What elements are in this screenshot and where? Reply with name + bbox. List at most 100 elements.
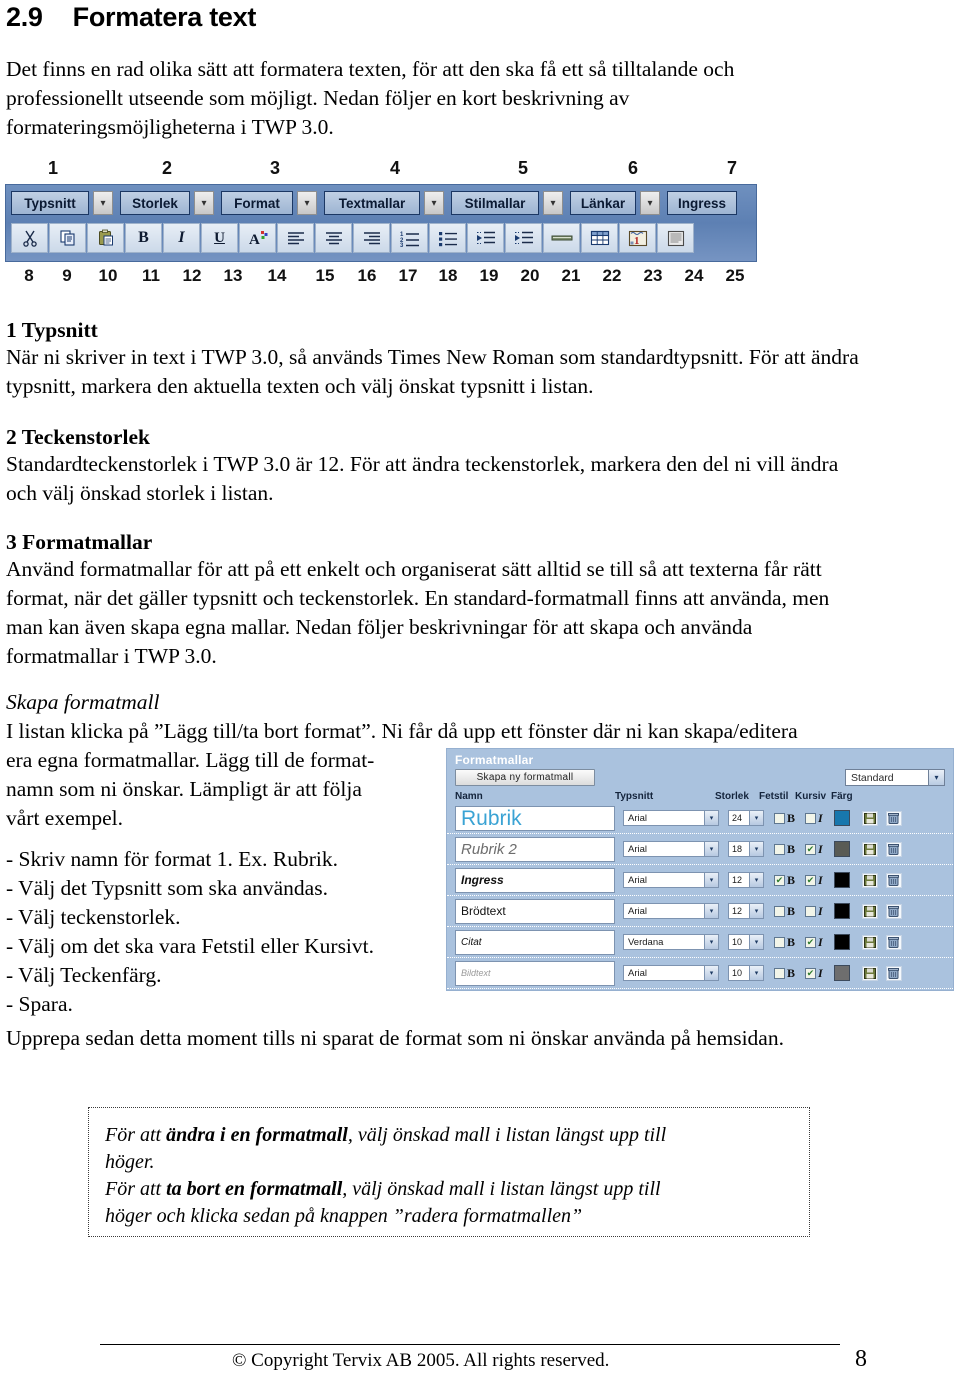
chevron-down-icon-font[interactable] bbox=[704, 935, 718, 949]
bold-checkbox[interactable] bbox=[774, 967, 785, 979]
save-disk-icon[interactable] bbox=[861, 903, 878, 919]
chevron-down-icon-textmallar[interactable] bbox=[424, 191, 444, 215]
italic-checkbox[interactable] bbox=[805, 812, 817, 824]
bold-icon[interactable]: B bbox=[125, 223, 162, 253]
trash-can-icon[interactable] bbox=[885, 841, 902, 857]
size-select[interactable]: 10 bbox=[728, 934, 764, 950]
bold-checkbox[interactable] bbox=[774, 812, 785, 824]
size-select[interactable]: 10 bbox=[728, 965, 764, 981]
dropdown-textmallar[interactable]: Textmallar bbox=[324, 191, 420, 215]
italic-label: I bbox=[818, 841, 823, 856]
font-select[interactable]: Arial bbox=[623, 903, 719, 919]
size-select-value: 18 bbox=[732, 844, 743, 854]
font-select[interactable]: Arial bbox=[623, 872, 719, 888]
chevron-down-icon-size[interactable] bbox=[749, 935, 763, 949]
trash-can-icon[interactable] bbox=[885, 872, 902, 888]
create-new-template-button[interactable]: Skapa ny formatmall bbox=[455, 769, 595, 786]
page-properties-icon[interactable] bbox=[657, 223, 694, 253]
dropdown-storlek[interactable]: Storlek bbox=[120, 191, 190, 215]
chevron-down-icon-size[interactable] bbox=[749, 842, 763, 856]
template-name-input[interactable]: Ingress bbox=[455, 867, 615, 893]
dropdown-format[interactable]: Format bbox=[221, 191, 293, 215]
italic-checkbox[interactable] bbox=[805, 967, 817, 979]
template-name-input[interactable]: Brödtext bbox=[455, 898, 615, 924]
color-swatch[interactable] bbox=[833, 872, 850, 888]
chevron-down-icon-size[interactable] bbox=[749, 904, 763, 918]
save-disk-icon[interactable] bbox=[861, 872, 878, 888]
font-color-icon[interactable]: A bbox=[239, 223, 276, 253]
bold-checkbox[interactable] bbox=[774, 905, 785, 917]
bold-checkbox[interactable] bbox=[774, 874, 785, 886]
horizontal-rule-icon[interactable] bbox=[543, 223, 580, 253]
color-swatch[interactable] bbox=[833, 965, 850, 981]
bold-checkbox-group: B bbox=[774, 811, 795, 826]
save-disk-icon[interactable] bbox=[861, 810, 878, 826]
trash-can-icon[interactable] bbox=[885, 965, 902, 981]
size-select[interactable]: 18 bbox=[728, 841, 764, 857]
color-swatch[interactable] bbox=[833, 810, 850, 826]
chevron-down-icon-storlek[interactable] bbox=[194, 191, 214, 215]
color-swatch[interactable] bbox=[833, 934, 850, 950]
size-select[interactable]: 24 bbox=[728, 810, 764, 826]
insert-table-icon[interactable] bbox=[581, 223, 618, 253]
template-name-input[interactable]: Citat bbox=[455, 929, 615, 955]
numbered-list-icon[interactable]: 1 2 3 bbox=[391, 223, 428, 253]
cut-scissors-icon[interactable] bbox=[11, 223, 48, 253]
steps-list: - Skriv namn för format 1. Ex. Rubrik. -… bbox=[6, 845, 436, 1019]
font-select[interactable]: Arial bbox=[623, 965, 719, 981]
color-swatch[interactable] bbox=[833, 903, 850, 919]
italic-checkbox[interactable] bbox=[805, 905, 817, 917]
chevron-down-icon-typsnitt[interactable] bbox=[93, 191, 113, 215]
chevron-down-icon-size[interactable] bbox=[749, 811, 763, 825]
dropdown-ingress[interactable]: Ingress bbox=[667, 191, 737, 215]
bold-checkbox-group: B bbox=[774, 842, 795, 857]
italic-checkbox[interactable] bbox=[805, 936, 817, 948]
chevron-down-icon-size[interactable] bbox=[749, 873, 763, 887]
chevron-down-icon-font[interactable] bbox=[704, 904, 718, 918]
save-disk-icon[interactable] bbox=[861, 965, 878, 981]
dropdown-lankar[interactable]: Länkar bbox=[570, 191, 636, 215]
color-swatch[interactable] bbox=[833, 841, 850, 857]
template-name-input[interactable]: Rubrik 2 bbox=[455, 836, 615, 862]
copy-icon[interactable] bbox=[49, 223, 86, 253]
align-left-icon[interactable] bbox=[277, 223, 314, 253]
font-select[interactable]: Arial bbox=[623, 810, 719, 826]
chevron-down-icon-format[interactable] bbox=[297, 191, 317, 215]
dropdown-typsnitt[interactable]: Typsnitt bbox=[11, 191, 89, 215]
size-select[interactable]: 12 bbox=[728, 872, 764, 888]
trash-can-icon[interactable] bbox=[885, 903, 902, 919]
italic-checkbox[interactable] bbox=[805, 843, 817, 855]
save-disk-icon[interactable] bbox=[861, 934, 878, 950]
dropdown-stilmallar[interactable]: Stilmallar bbox=[451, 191, 539, 215]
template-name-input[interactable]: Bildtext bbox=[455, 960, 615, 986]
size-select[interactable]: 12 bbox=[728, 903, 764, 919]
chevron-down-icon-size[interactable] bbox=[749, 966, 763, 980]
chevron-down-icon-font[interactable] bbox=[704, 842, 718, 856]
trash-can-icon[interactable] bbox=[885, 934, 902, 950]
paste-clipboard-icon[interactable] bbox=[87, 223, 124, 253]
chevron-down-icon-template-select[interactable] bbox=[928, 770, 944, 785]
italic-icon[interactable]: I bbox=[163, 223, 200, 253]
chevron-down-icon-font[interactable] bbox=[704, 873, 718, 887]
insert-image-icon[interactable]: 1 bbox=[619, 223, 656, 253]
align-right-icon[interactable] bbox=[353, 223, 390, 253]
increase-indent-icon[interactable] bbox=[505, 223, 542, 253]
bold-checkbox[interactable] bbox=[774, 936, 785, 948]
font-select[interactable]: Verdana bbox=[623, 934, 719, 950]
col-header-typsnitt: Typsnitt bbox=[615, 791, 654, 802]
italic-checkbox[interactable] bbox=[805, 874, 817, 886]
chevron-down-icon-stilmallar[interactable] bbox=[543, 191, 563, 215]
underline-icon[interactable]: U bbox=[201, 223, 238, 253]
chevron-down-icon-lankar[interactable] bbox=[640, 191, 660, 215]
save-disk-icon[interactable] bbox=[861, 841, 878, 857]
decrease-indent-icon[interactable] bbox=[467, 223, 504, 253]
align-center-icon[interactable] bbox=[315, 223, 352, 253]
bulleted-list-icon[interactable] bbox=[429, 223, 466, 253]
template-name-input[interactable]: Rubrik bbox=[455, 805, 615, 831]
chevron-down-icon-font[interactable] bbox=[704, 811, 718, 825]
trash-can-icon[interactable] bbox=[885, 810, 902, 826]
font-select[interactable]: Arial bbox=[623, 841, 719, 857]
template-select[interactable]: Standard bbox=[845, 769, 945, 786]
chevron-down-icon-font[interactable] bbox=[704, 966, 718, 980]
bold-checkbox[interactable] bbox=[774, 843, 785, 855]
